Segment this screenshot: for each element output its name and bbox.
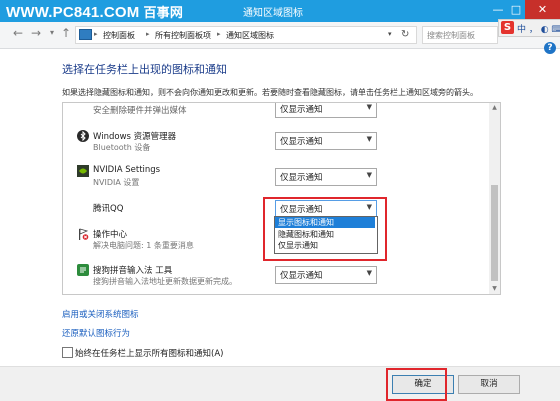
window-title: 通知区域图标 (243, 8, 303, 19)
list-item-subtitle: 解决电脑问题: 1 条重要消息 (93, 241, 194, 250)
list-item-name: 操作中心 (93, 230, 128, 240)
highlight-box (263, 197, 387, 261)
search-placeholder: 搜索控制面板 (427, 31, 475, 40)
site-watermark: WWW.PC841.COM 百事网 (6, 4, 184, 21)
list-item-name: 腾讯QQ (93, 204, 124, 214)
list-item-name: 安全删除硬件并弹出媒体 (93, 106, 187, 116)
footer-bar: 确定 取消 (0, 366, 560, 401)
behavior-select[interactable]: 仅显示通知 ▼ (275, 168, 377, 186)
list-item-subtitle: 搜狗拼音输入法地址更新数据更新完成。 (93, 277, 237, 286)
chevron-down-icon: ▼ (366, 103, 372, 111)
minimize-button[interactable]: — (489, 0, 507, 20)
chevron-down-icon: ▼ (366, 171, 372, 179)
sogou-logo-icon: S (501, 21, 514, 34)
breadcrumb-item-notification-icons[interactable]: 通知区域图标 (226, 30, 274, 41)
checkbox-label: 始终在任务栏上显示所有图标和通知(A) (75, 349, 224, 359)
close-button[interactable]: ✕ (525, 0, 560, 20)
list-item-name: NVIDIA Settings (93, 165, 161, 175)
breadcrumb-item-control-panel[interactable]: 控制面板 (103, 30, 135, 41)
cancel-button[interactable]: 取消 (458, 375, 520, 394)
scrollbar-thumb[interactable] (491, 185, 498, 281)
breadcrumb-item-all-items[interactable]: 所有控制面板项 (155, 30, 211, 41)
page-title: 选择在任务栏上出现的图标和通知 (62, 63, 227, 76)
navigation-bar: ← → ▾ ↑ ▸ 控制面板 ▸ 所有控制面板项 ▸ 通知区域图标 ▾ ↻ 搜索… (0, 22, 560, 49)
list-item-subtitle: NVIDIA 设置 (93, 178, 140, 187)
list-item-name: Windows 资源管理器 (93, 132, 177, 142)
maximize-button[interactable]: □ (507, 0, 525, 20)
behavior-select[interactable]: 仅显示通知 ▼ (275, 132, 377, 150)
breadcrumb-separator-icon: ▸ (217, 30, 221, 38)
ime-status: 中 ， ◐ ⌨ ✦ (517, 25, 560, 35)
behavior-select[interactable]: 仅显示通知 ▼ (275, 103, 377, 118)
scroll-down-icon[interactable]: ▼ (490, 285, 499, 292)
bluetooth-icon (77, 130, 89, 142)
breadcrumb-separator-icon: ▸ (94, 30, 98, 38)
nvidia-icon (77, 165, 89, 177)
list-item-name: 搜狗拼音输入法 工具 (93, 266, 173, 276)
page-description: 如果选择隐藏图标和通知，则不会向你通知更改和更新。若要随时查看隐藏图标，请单击任… (62, 88, 478, 97)
control-panel-icon (79, 29, 92, 40)
behavior-select[interactable]: 仅显示通知 ▼ (275, 266, 377, 284)
address-bar[interactable]: ▸ 控制面板 ▸ 所有控制面板项 ▸ 通知区域图标 ▾ ↻ (75, 26, 417, 44)
scrollbar[interactable]: ▲ ▼ (489, 103, 500, 294)
forward-arrow-icon[interactable]: → (28, 25, 44, 41)
sogou-input-icon (77, 264, 89, 276)
back-arrow-icon[interactable]: ← (10, 25, 26, 41)
up-arrow-icon[interactable]: ↑ (58, 25, 74, 41)
highlight-box (386, 368, 447, 401)
system-icons-link[interactable]: 启用或关闭系统图标 (62, 308, 139, 320)
action-center-flag-icon (77, 228, 89, 240)
search-input[interactable]: 搜索控制面板 (422, 26, 498, 44)
chevron-down-icon: ▼ (366, 269, 372, 277)
show-all-icons-checkbox[interactable] (62, 347, 73, 358)
help-icon[interactable]: ? (544, 42, 556, 54)
address-history-icon[interactable]: ▾ (388, 30, 392, 38)
scroll-up-icon[interactable]: ▲ (490, 104, 499, 111)
chevron-down-icon: ▼ (366, 135, 372, 143)
restore-defaults-link[interactable]: 还原默认图标行为 (62, 327, 130, 339)
ime-toolbar[interactable]: S 中 ， ◐ ⌨ ✦ (498, 19, 560, 37)
list-item-subtitle: Bluetooth 设备 (93, 143, 151, 152)
refresh-icon[interactable]: ↻ (401, 29, 409, 40)
breadcrumb-separator-icon: ▸ (146, 30, 150, 38)
